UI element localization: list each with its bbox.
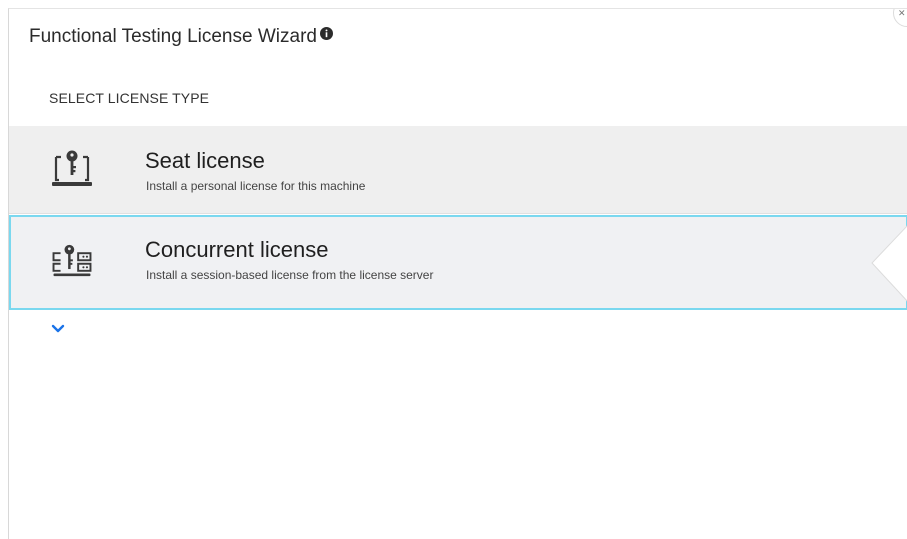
selected-indicator-notch: [871, 225, 907, 302]
laptop-key-icon: [52, 150, 92, 186]
wizard-header: Functional Testing License Wizard: [29, 25, 333, 49]
close-button[interactable]: ✕: [893, 8, 907, 27]
wizard-title: Functional Testing License Wizard: [29, 26, 317, 47]
close-icon: ✕: [898, 8, 906, 18]
chevron-down-icon[interactable]: [51, 322, 65, 336]
info-circle-icon[interactable]: [319, 27, 333, 40]
option-description: Install a session-based license from the…: [146, 268, 434, 282]
option-description: Install a personal license for this mach…: [146, 179, 366, 193]
option-title: Concurrent license: [145, 237, 329, 262]
section-label: SELECT LICENSE TYPE: [49, 90, 210, 106]
option-seat-license[interactable]: Seat license Install a personal license …: [9, 126, 907, 214]
option-title: Seat license: [145, 148, 265, 173]
server-key-icon: [52, 244, 92, 277]
option-concurrent-license[interactable]: Concurrent license Install a session-bas…: [9, 215, 907, 310]
license-type-list: Seat license Install a personal license …: [9, 126, 907, 310]
license-wizard-dialog: Functional Testing License Wizard ✕ SELE…: [8, 8, 907, 539]
